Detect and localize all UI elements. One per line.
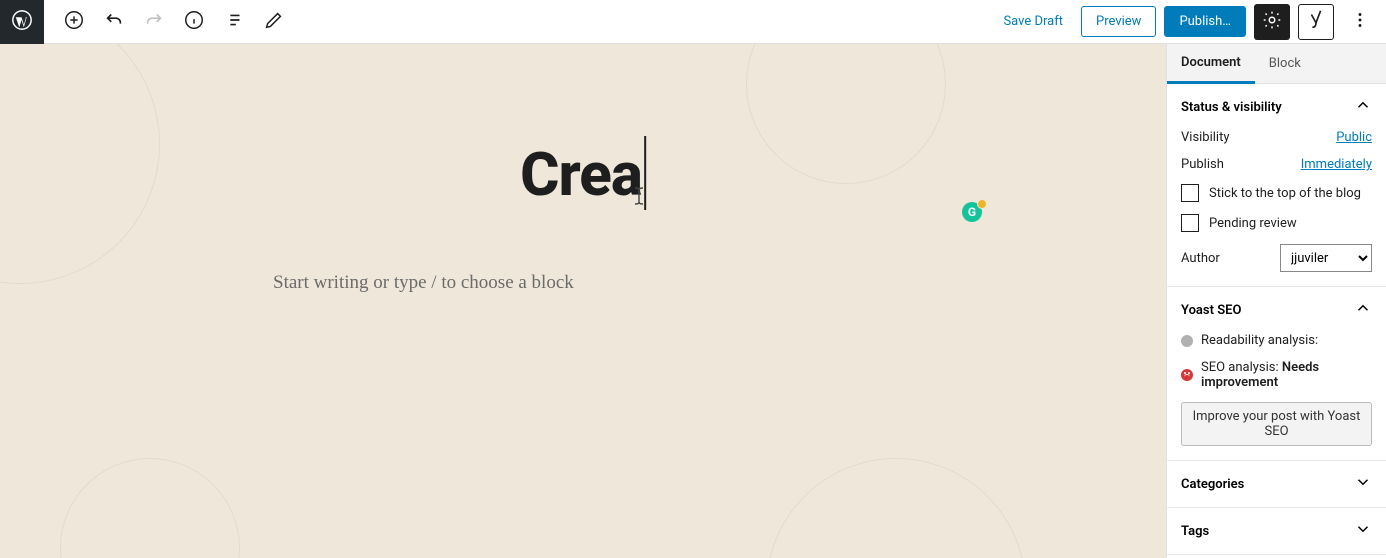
section-toggle-seo[interactable]: Yoast SEO [1167, 287, 1386, 333]
list-outline-icon [223, 9, 245, 35]
pending-label: Pending review [1209, 216, 1297, 231]
publish-row: Publish Immediately [1181, 157, 1372, 172]
status-dot-red-icon [1181, 369, 1193, 381]
decorative-line [0, 44, 160, 284]
checkbox-box-icon [1181, 184, 1199, 202]
publish-value-link[interactable]: Immediately [1301, 157, 1372, 172]
section-tags: Tags [1167, 508, 1386, 555]
section-toggle-categories[interactable]: Categories [1167, 461, 1386, 507]
plus-circle-icon [63, 9, 85, 35]
publish-button[interactable]: Publish… [1164, 6, 1246, 37]
decorative-line [718, 44, 974, 212]
decorative-line [60, 458, 240, 558]
yoast-button[interactable] [1298, 4, 1334, 40]
section-heading: Status & visibility [1181, 100, 1282, 115]
more-options-button[interactable] [1342, 4, 1378, 40]
outline-button[interactable] [216, 4, 252, 40]
editor-topbar: Save Draft Preview Publish… [0, 0, 1386, 44]
improve-seo-button[interactable]: Improve your post with Yoast SEO [1181, 402, 1372, 446]
editor-canvas[interactable]: Crea Start writing or type / to choose a… [0, 44, 1166, 558]
author-select[interactable]: jjuviler [1280, 244, 1372, 272]
pencil-icon [263, 9, 285, 35]
post-title-input[interactable]: Crea [520, 139, 646, 216]
post-title-text: Crea [520, 139, 642, 210]
chevron-down-icon [1354, 473, 1372, 495]
section-heading: Tags [1181, 524, 1209, 539]
preview-button[interactable]: Preview [1081, 6, 1156, 37]
stick-label: Stick to the top of the blog [1209, 186, 1361, 201]
more-vertical-icon [1349, 9, 1371, 35]
section-heading: Yoast SEO [1181, 303, 1241, 318]
stick-to-top-checkbox[interactable]: Stick to the top of the blog [1181, 184, 1372, 202]
yoast-icon [1305, 9, 1327, 35]
visibility-value-link[interactable]: Public [1336, 130, 1372, 145]
visibility-label: Visibility [1181, 130, 1230, 145]
section-categories: Categories [1167, 461, 1386, 508]
grammarly-badge[interactable]: G [962, 202, 984, 224]
undo-button[interactable] [96, 4, 132, 40]
toolbar-left [44, 4, 292, 40]
undo-icon [103, 9, 125, 35]
pending-review-checkbox[interactable]: Pending review [1181, 214, 1372, 232]
edit-mode-button[interactable] [256, 4, 292, 40]
toolbar-right: Save Draft Preview Publish… [993, 4, 1386, 40]
settings-sidebar: Document Block Status & visibility Visib… [1166, 44, 1386, 558]
section-heading: Categories [1181, 477, 1244, 492]
redo-icon [143, 9, 165, 35]
chevron-up-icon [1354, 299, 1372, 321]
sidebar-close-button[interactable] [1350, 46, 1386, 82]
seo-analysis-label: SEO analysis: [1201, 360, 1279, 375]
text-caret [644, 136, 646, 210]
status-dot-gray-icon [1181, 335, 1193, 347]
section-yoast-seo: Yoast SEO Readability analysis: SEO anal… [1167, 287, 1386, 461]
add-block-button[interactable] [56, 4, 92, 40]
workspace: Crea Start writing or type / to choose a… [0, 44, 1386, 558]
wordpress-logo-icon [11, 9, 33, 35]
redo-button[interactable] [136, 4, 172, 40]
gear-icon [1261, 9, 1283, 35]
info-icon [183, 9, 205, 35]
sidebar-tabs: Document Block [1167, 44, 1386, 84]
wp-home-button[interactable] [0, 0, 44, 44]
readability-row[interactable]: Readability analysis: [1181, 333, 1372, 348]
author-row: Author jjuviler [1181, 244, 1372, 272]
checkbox-box-icon [1181, 214, 1199, 232]
readability-label: Readability analysis: [1201, 333, 1318, 348]
section-toggle-status[interactable]: Status & visibility [1167, 84, 1386, 130]
chevron-up-icon [1354, 96, 1372, 118]
decorative-line [766, 458, 1026, 558]
settings-button[interactable] [1254, 4, 1290, 40]
tab-document[interactable]: Document [1167, 45, 1255, 84]
section-toggle-tags[interactable]: Tags [1167, 508, 1386, 554]
save-draft-button[interactable]: Save Draft [993, 8, 1073, 35]
grammarly-alert-dot [977, 199, 987, 209]
chevron-down-icon [1354, 520, 1372, 542]
author-label: Author [1181, 251, 1220, 266]
tab-block[interactable]: Block [1255, 44, 1315, 83]
section-status-visibility: Status & visibility Visibility Public Pu… [1167, 84, 1386, 287]
publish-label: Publish [1181, 157, 1224, 172]
info-button[interactable] [176, 4, 212, 40]
seo-analysis-row[interactable]: SEO analysis: Needs improvement [1181, 360, 1372, 390]
block-placeholder[interactable]: Start writing or type / to choose a bloc… [273, 272, 893, 294]
visibility-row: Visibility Public [1181, 130, 1372, 145]
